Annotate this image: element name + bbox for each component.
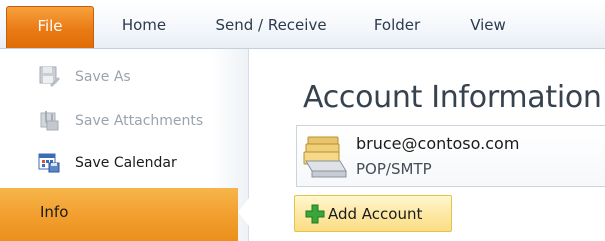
nav-item-save-attachments[interactable]: Save Attachments [0, 101, 248, 141]
selected-pointer [238, 194, 252, 230]
account-folders-icon [303, 136, 347, 178]
save-attachments-icon [40, 111, 59, 131]
tab-view[interactable]: View [458, 6, 518, 44]
nav-item-save-calendar-label: Save Calendar [75, 155, 177, 171]
add-account-button[interactable]: Add Account [294, 195, 452, 232]
save-calendar-icon [38, 153, 60, 173]
tab-file-label: File [37, 16, 63, 35]
ribbon: File Home Send / Receive Folder View [0, 0, 605, 49]
nav-item-save-calendar[interactable]: Save Calendar [0, 143, 248, 183]
tab-folder-label: Folder [373, 16, 421, 34]
tab-folder[interactable]: Folder [362, 6, 432, 44]
tab-view-label: View [470, 16, 506, 34]
tab-home-label: Home [121, 16, 167, 34]
nav-item-info[interactable]: Info [0, 188, 238, 241]
nav-item-save-as-label: Save As [75, 69, 131, 85]
nav-item-save-attachments-label: Save Attachments [75, 113, 204, 129]
tab-send-receive[interactable]: Send / Receive [196, 6, 346, 44]
plus-icon [305, 204, 325, 224]
nav-item-save-as[interactable]: Save As [0, 57, 248, 97]
tab-file[interactable]: File [6, 6, 94, 48]
tab-send-receive-label: Send / Receive [215, 16, 327, 34]
add-account-label: Add Account [328, 205, 423, 223]
account-type: POP/SMTP [356, 160, 432, 178]
account-email: bruce@contoso.com [356, 134, 520, 153]
page-title: Account Information [303, 80, 602, 115]
nav-item-info-label: Info [40, 203, 69, 221]
tab-home[interactable]: Home [112, 6, 176, 44]
save-as-icon [39, 66, 60, 87]
